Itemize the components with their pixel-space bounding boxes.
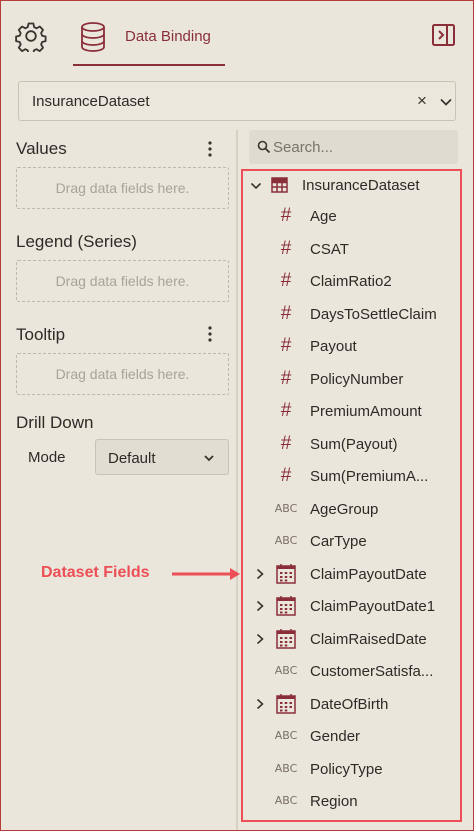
table-icon [271, 177, 288, 193]
field-item-label: DateOfBirth [310, 695, 389, 713]
dataset-select-value: InsuranceDataset [32, 93, 150, 110]
chevron-down-icon [204, 455, 214, 462]
panel-divider [236, 130, 238, 830]
active-tab-indicator [73, 64, 225, 66]
field-item-gender[interactable]: ABC Gender [249, 721, 459, 751]
values-drop-zone[interactable]: Drag data fields here. [16, 167, 229, 209]
mode-select-value: Default [108, 450, 156, 467]
number-type-icon: # [280, 432, 292, 454]
field-item-policynumber[interactable]: # PolicyNumber [249, 364, 459, 394]
database-icon [81, 22, 105, 52]
field-item-claimpayoutdate[interactable]: ClaimPayoutDate [249, 559, 459, 589]
dataset-fields-annotation: Dataset Fields [41, 564, 150, 581]
values-more-icon[interactable] [200, 139, 220, 159]
field-item-premiumamount[interactable]: # PremiumAmount [249, 396, 459, 426]
field-item-label: Region [310, 793, 358, 810]
collapse-panel-icon[interactable] [431, 22, 457, 48]
text-type-icon: ABC [274, 664, 298, 677]
search-input[interactable] [273, 135, 453, 159]
field-item-sum-payout[interactable]: # Sum(Payout) [249, 429, 459, 459]
tooltip-title: Tooltip [16, 325, 66, 344]
field-item-label: Gender [310, 728, 361, 745]
tab-data-binding-label: Data Binding [125, 28, 211, 45]
field-item-label: ClaimPayoutDate [310, 565, 427, 583]
calendar-icon [273, 628, 299, 650]
field-item-label: Sum(PremiumA... [310, 468, 429, 485]
field-item-label: PolicyType [310, 760, 383, 778]
field-item-label: ClaimRaisedDate [310, 630, 427, 648]
number-type-icon: # [280, 367, 292, 389]
field-item-age[interactable]: # Age [249, 201, 459, 231]
field-item-label: ClaimRatio2 [310, 273, 392, 290]
field-item-claimraiseddate[interactable]: ClaimRaisedDate [249, 624, 459, 654]
field-item-label: ClaimPayoutDate1 [310, 598, 436, 615]
tree-root-dataset[interactable]: InsuranceDataset [249, 171, 459, 199]
number-type-icon: # [280, 270, 292, 291]
field-item-label: Age [310, 208, 337, 225]
field-item-label: PolicyNumber [310, 370, 404, 388]
legend-drop-zone[interactable]: Drag data fields here. [16, 260, 229, 302]
clear-icon[interactable]: × [417, 91, 427, 111]
field-item-label: CarType [310, 533, 367, 550]
tree-root-label: InsuranceDataset [302, 177, 420, 194]
number-type-icon: # [280, 335, 292, 356]
field-item-region[interactable]: ABC Region [249, 786, 459, 816]
settings-gear-icon[interactable] [15, 20, 47, 55]
annotation-arrow-icon [172, 568, 240, 580]
mode-label: Mode [28, 449, 66, 466]
chevron-down-icon[interactable] [250, 180, 262, 192]
field-item-cartype[interactable]: ABC CarType [249, 526, 459, 556]
field-item-label: CSAT [310, 240, 349, 258]
calendar-icon [273, 595, 299, 617]
text-type-icon: ABC [274, 501, 298, 515]
field-item-csat[interactable]: # CSAT [249, 234, 459, 264]
tooltip-more-icon[interactable] [200, 324, 220, 344]
calendar-icon [273, 693, 299, 715]
number-type-icon: # [280, 465, 292, 486]
values-title: Values [16, 139, 67, 158]
field-item-claimratio2[interactable]: # ClaimRatio2 [249, 266, 459, 296]
text-type-icon: ABC [274, 534, 298, 547]
text-type-icon: ABC [274, 729, 298, 742]
search-icon [257, 140, 271, 154]
calendar-icon [273, 563, 299, 585]
field-search [249, 130, 458, 164]
field-item-dateofbirth[interactable]: DateOfBirth [249, 689, 459, 719]
chevron-right-icon[interactable] [255, 698, 265, 710]
drill-down-title: Drill Down [16, 413, 94, 432]
text-type-icon: ABC [274, 794, 298, 807]
field-item-agegroup[interactable]: ABC AgeGroup [249, 494, 459, 524]
field-item-daystosettleclaim[interactable]: # DaysToSettleClaim [249, 299, 459, 329]
text-type-icon: ABC [274, 761, 298, 775]
field-item-label: Payout [310, 338, 357, 355]
field-item-label: AgeGroup [310, 500, 379, 518]
field-item-payout[interactable]: # Payout [249, 331, 459, 361]
chevron-down-icon[interactable] [439, 95, 453, 109]
chevron-right-icon[interactable] [255, 568, 265, 580]
number-type-icon: # [280, 400, 292, 421]
field-item-label: CustomerSatisfa... [310, 663, 434, 680]
top-bar: Data Binding [0, 0, 474, 68]
field-item-sum-premiuma[interactable]: # Sum(PremiumA... [249, 461, 459, 491]
field-item-claimpayoutdate1[interactable]: ClaimPayoutDate1 [249, 591, 459, 621]
field-item-customersatisfa[interactable]: ABC CustomerSatisfa... [249, 656, 459, 686]
field-item-label: DaysToSettleClaim [310, 305, 437, 323]
field-item-label: Sum(Payout) [310, 435, 398, 453]
dataset-select[interactable]: InsuranceDataset × [18, 81, 456, 121]
legend-title: Legend (Series) [16, 232, 137, 251]
number-type-icon: # [280, 302, 292, 324]
field-item-label: PremiumAmount [310, 403, 422, 420]
number-type-icon: # [280, 205, 292, 226]
chevron-right-icon[interactable] [255, 633, 265, 645]
tooltip-drop-zone[interactable]: Drag data fields here. [16, 353, 229, 395]
mode-select[interactable]: Default [95, 439, 229, 475]
number-type-icon: # [280, 237, 292, 259]
chevron-right-icon[interactable] [255, 600, 265, 612]
tab-data-binding[interactable]: Data Binding [73, 10, 225, 66]
field-item-policytype[interactable]: ABC PolicyType [249, 754, 459, 784]
